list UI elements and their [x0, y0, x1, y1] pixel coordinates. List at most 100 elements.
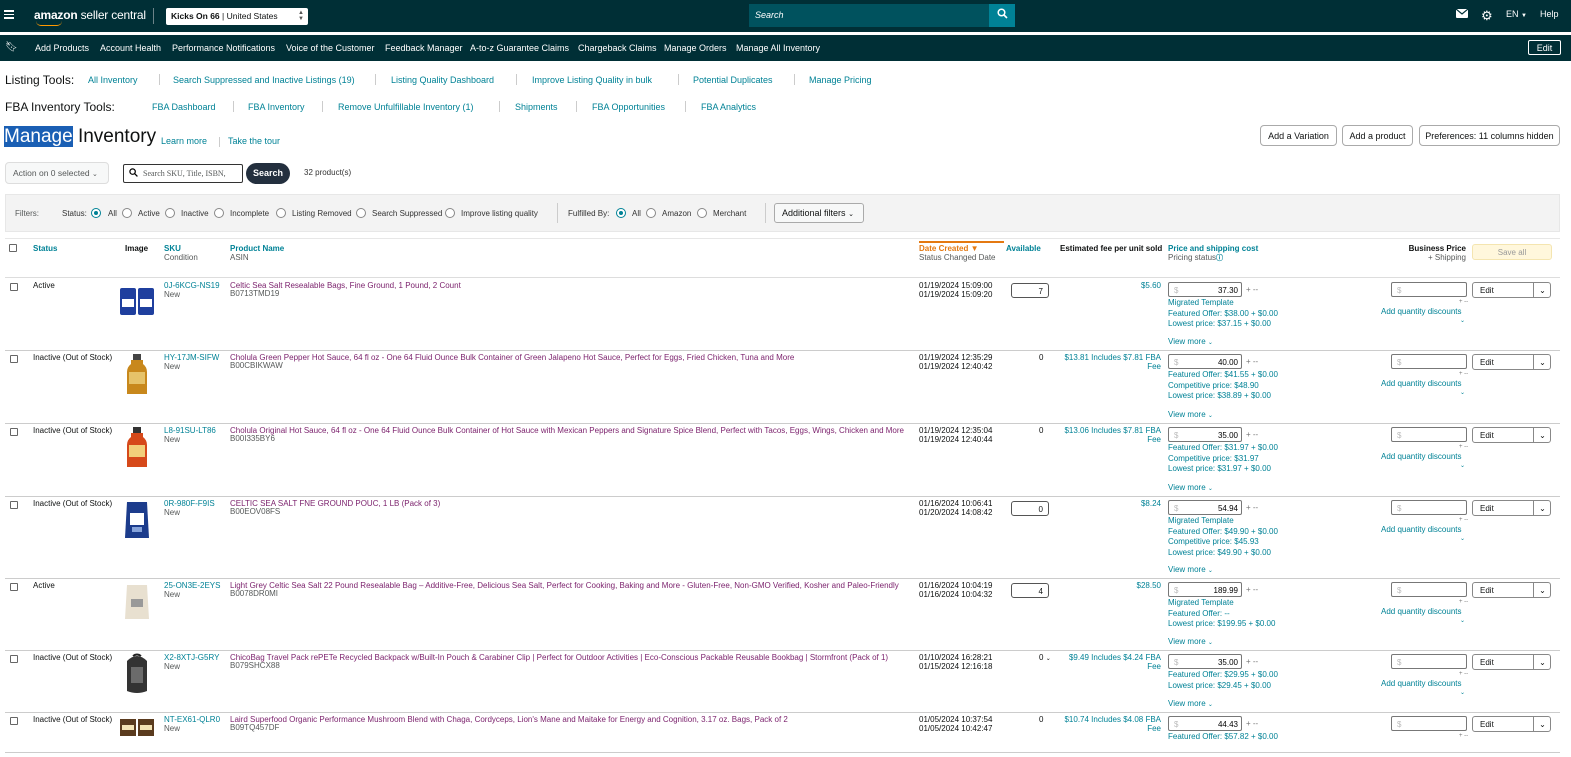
nav-atoz-claims[interactable]: A-to-z Guarantee Claims	[470, 43, 569, 53]
sku-link[interactable]: L8-91SU-LT86	[164, 426, 216, 435]
gear-icon[interactable]: ⚙	[1481, 8, 1493, 24]
link-fba-inventory[interactable]: FBA Inventory	[248, 102, 305, 112]
additional-filters-button[interactable]: Additional filters ⌄	[774, 203, 864, 223]
radio-status-all[interactable]	[91, 208, 101, 218]
price-input[interactable]: $35.00	[1168, 427, 1242, 442]
available-input[interactable]: 4	[1011, 583, 1049, 598]
radio-fulfilled-all[interactable]	[616, 208, 626, 218]
chevron-down-icon[interactable]: ⌄	[1533, 583, 1551, 597]
price-input[interactable]: $35.00	[1168, 654, 1242, 669]
product-title-link[interactable]: Cholula Original Hot Sauce, 64 fl oz - O…	[230, 426, 904, 435]
product-title-link[interactable]: Laird Superfood Organic Performance Mush…	[230, 715, 788, 724]
link-fba-dashboard[interactable]: FBA Dashboard	[152, 102, 216, 112]
edit-dropdown[interactable]: Edit ⌄	[1472, 427, 1551, 443]
save-all-button[interactable]: Save all	[1472, 244, 1552, 260]
price-input[interactable]: $37.30	[1168, 282, 1242, 297]
logo[interactable]: amazon seller central	[34, 8, 146, 26]
add-variation-button[interactable]: Add a Variation	[1260, 125, 1337, 146]
edit-dropdown[interactable]: Edit ⌄	[1472, 716, 1551, 732]
link-improve-quality[interactable]: Improve Listing Quality in bulk	[532, 75, 652, 85]
nav-feedback-manager[interactable]: Feedback Manager	[385, 43, 463, 53]
link-fba-analytics[interactable]: FBA Analytics	[701, 102, 756, 112]
bookmark-icon[interactable]: 🔖︎	[5, 42, 18, 53]
nav-manage-orders[interactable]: Manage Orders	[664, 43, 727, 53]
row-checkbox[interactable]	[10, 717, 18, 725]
chevron-down-icon[interactable]: ⌄	[1533, 283, 1551, 297]
add-quantity-discounts-link[interactable]: Add quantity discounts	[1381, 607, 1462, 616]
preferences-button[interactable]: Preferences: 11 columns hidden	[1419, 125, 1560, 146]
nav-account-health[interactable]: Account Health	[100, 43, 161, 53]
col-sku[interactable]: SKU Condition	[164, 244, 198, 262]
sku-link[interactable]: 25-ON3E-2EYS	[164, 581, 220, 590]
sku-link[interactable]: 0R-980F-F9IS	[164, 499, 215, 508]
nav-chargeback-claims[interactable]: Chargeback Claims	[578, 43, 657, 53]
sku-search-input[interactable]: Search SKU, Title, ISBN,	[123, 164, 243, 183]
radio-fulfilled-merchant[interactable]	[697, 208, 707, 218]
price-input[interactable]: $54.94	[1168, 500, 1242, 515]
row-checkbox[interactable]	[10, 655, 18, 663]
add-quantity-discounts-link[interactable]: Add quantity discounts	[1381, 379, 1462, 388]
chevron-down-icon[interactable]: ⌄	[1533, 355, 1551, 369]
chevron-down-icon[interactable]: ⌄	[1533, 501, 1551, 515]
radio-status-removed[interactable]	[276, 208, 286, 218]
select-all-checkbox[interactable]	[9, 244, 17, 252]
info-icon[interactable]: ⓘ	[1216, 255, 1223, 262]
nav-edit-button[interactable]: Edit	[1528, 40, 1561, 55]
search-button[interactable]: Search	[246, 163, 290, 184]
link-potential-duplicates[interactable]: Potential Duplicates	[693, 75, 773, 85]
col-available[interactable]: Available	[1006, 244, 1041, 253]
view-more-link[interactable]: View more ⌄	[1168, 565, 1213, 576]
product-title-link[interactable]: Cholula Green Pepper Hot Sauce, 64 fl oz…	[230, 353, 794, 362]
available-input[interactable]: 0	[1011, 501, 1049, 516]
add-quantity-discounts-link[interactable]: Add quantity discounts	[1381, 679, 1462, 688]
chevron-down-icon[interactable]: ⌄	[1533, 428, 1551, 442]
link-listing-quality[interactable]: Listing Quality Dashboard	[391, 75, 494, 85]
edit-dropdown[interactable]: Edit ⌄	[1472, 282, 1551, 298]
link-manage-pricing[interactable]: Manage Pricing	[809, 75, 872, 85]
product-image[interactable]	[119, 653, 155, 693]
product-title-link[interactable]: Light Grey Celtic Sea Salt 22 Pound Rese…	[230, 581, 899, 590]
business-price-input[interactable]: $	[1391, 716, 1467, 731]
nav-add-products[interactable]: Add Products	[35, 43, 89, 53]
available-value[interactable]: 0	[1039, 715, 1043, 724]
language-selector[interactable]: EN ▼	[1506, 9, 1527, 19]
chevron-down-icon[interactable]: ⌄	[1533, 717, 1551, 731]
sku-link[interactable]: 0J-6KCG-NS19	[164, 281, 220, 290]
learn-more-link[interactable]: Learn more	[161, 136, 207, 146]
business-price-input[interactable]: $	[1391, 354, 1467, 369]
search-icon[interactable]	[989, 4, 1015, 27]
available-value[interactable]: 0	[1039, 353, 1043, 362]
col-product-name[interactable]: Product Name ASIN	[230, 244, 284, 262]
business-price-input[interactable]: $	[1391, 427, 1467, 442]
link-all-inventory[interactable]: All Inventory	[88, 75, 138, 85]
global-search-input[interactable]: Search	[749, 4, 991, 27]
available-input[interactable]: 7	[1011, 283, 1049, 298]
link-shipments[interactable]: Shipments	[515, 102, 558, 112]
link-suppressed[interactable]: Search Suppressed and Inactive Listings …	[173, 75, 355, 85]
store-selector[interactable]: Kicks On 66 | United States ▲ ▼	[166, 8, 308, 25]
col-price[interactable]: Price and shipping cost Pricing statusⓘ	[1168, 244, 1258, 263]
view-more-link[interactable]: View more ⌄	[1168, 410, 1213, 421]
nav-voice-of-customer[interactable]: Voice of the Customer	[286, 43, 375, 53]
business-price-input[interactable]: $	[1391, 282, 1467, 297]
price-input[interactable]: $40.00	[1168, 354, 1242, 369]
radio-status-inactive[interactable]	[165, 208, 175, 218]
sku-link[interactable]: HY-17JM-SIFW	[164, 353, 219, 362]
radio-status-improve[interactable]	[445, 208, 455, 218]
radio-fulfilled-amazon[interactable]	[646, 208, 656, 218]
view-more-link[interactable]: View more ⌄	[1168, 699, 1213, 710]
view-more-link[interactable]: View more ⌄	[1168, 483, 1213, 494]
product-image[interactable]	[119, 287, 155, 327]
edit-dropdown[interactable]: Edit ⌄	[1472, 354, 1551, 370]
sku-link[interactable]: NT-EX61-QLR0	[164, 715, 220, 724]
product-image[interactable]	[119, 426, 155, 467]
menu-icon[interactable]	[4, 8, 14, 22]
row-checkbox[interactable]	[10, 283, 18, 291]
radio-status-incomplete[interactable]	[214, 208, 224, 218]
product-image[interactable]	[119, 717, 155, 757]
business-price-input[interactable]: $	[1391, 654, 1467, 669]
price-input[interactable]: $44.43	[1168, 716, 1242, 731]
take-tour-link[interactable]: Take the tour	[228, 136, 280, 146]
nav-manage-all-inventory[interactable]: Manage All Inventory	[736, 43, 820, 53]
business-price-input[interactable]: $	[1391, 582, 1467, 597]
